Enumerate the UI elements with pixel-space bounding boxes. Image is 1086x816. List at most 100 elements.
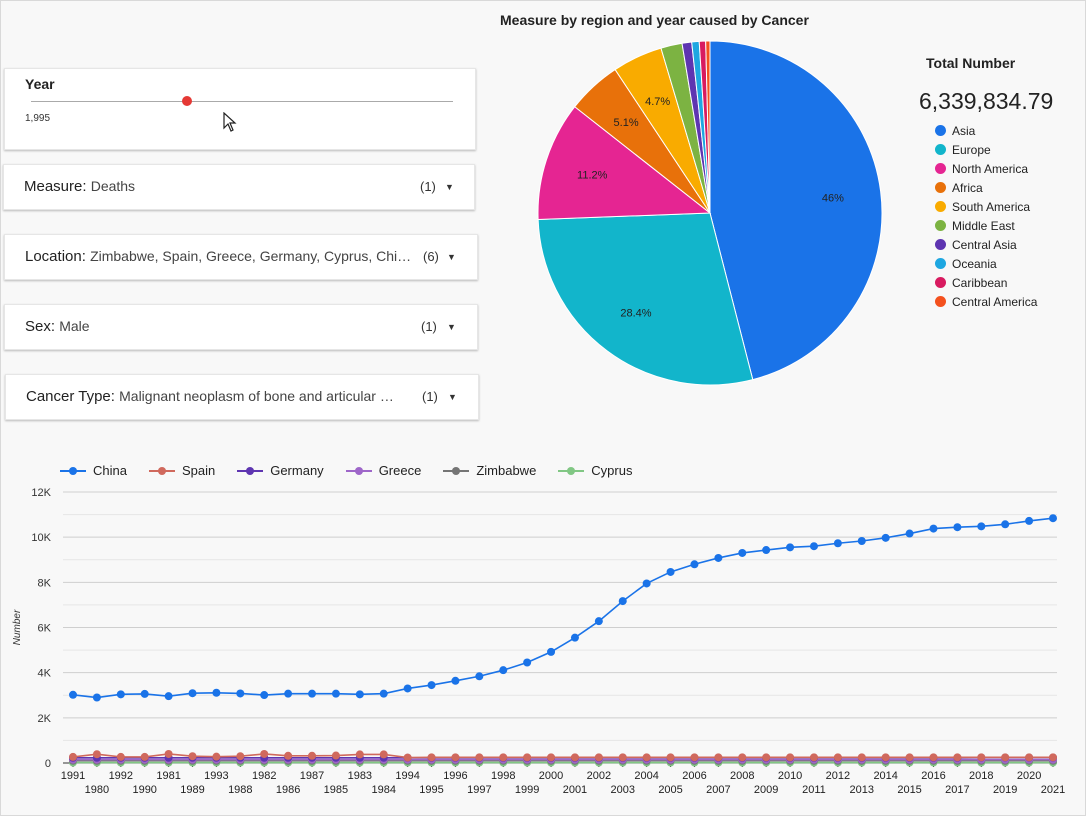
pie-legend-item[interactable]: Central America	[935, 292, 1037, 311]
data-point-spain[interactable]	[92, 750, 101, 759]
data-point-china[interactable]	[164, 692, 173, 701]
data-point-china[interactable]	[809, 542, 818, 551]
data-point-spain[interactable]	[953, 753, 962, 762]
data-point-china[interactable]	[618, 597, 627, 606]
pie-legend-item[interactable]: Caribbean	[935, 273, 1037, 292]
data-point-china[interactable]	[1025, 516, 1034, 525]
data-point-spain[interactable]	[379, 750, 388, 759]
data-point-china[interactable]	[570, 633, 579, 642]
line-legend-item[interactable]: Greece	[345, 463, 421, 478]
pie-legend-item[interactable]: Central Asia	[935, 235, 1037, 254]
data-point-spain[interactable]	[594, 753, 603, 762]
data-point-china[interactable]	[499, 666, 508, 675]
data-point-china[interactable]	[331, 689, 340, 698]
data-point-china[interactable]	[977, 522, 986, 531]
pie-legend-item[interactable]: Middle East	[935, 216, 1037, 235]
data-point-spain[interactable]	[570, 753, 579, 762]
data-point-spain[interactable]	[212, 752, 221, 761]
data-point-spain[interactable]	[140, 752, 149, 761]
data-point-china[interactable]	[140, 689, 149, 698]
series-line-china[interactable]	[72, 517, 1054, 699]
data-point-spain[interactable]	[116, 752, 125, 761]
data-point-spain[interactable]	[690, 753, 699, 762]
data-point-china[interactable]	[905, 529, 914, 538]
measure-filter[interactable]: Measure: Deaths (1) ▼	[3, 164, 475, 210]
data-point-china[interactable]	[236, 689, 245, 698]
chevron-down-icon[interactable]: ▼	[448, 392, 457, 402]
year-slider-track[interactable]	[31, 101, 453, 102]
data-point-china[interactable]	[92, 693, 101, 702]
data-point-spain[interactable]	[929, 753, 938, 762]
chevron-down-icon[interactable]: ▼	[445, 182, 454, 192]
data-point-spain[interactable]	[738, 753, 747, 762]
line-legend-item[interactable]: Germany	[237, 463, 324, 478]
data-point-spain[interactable]	[451, 753, 460, 762]
data-point-spain[interactable]	[260, 749, 269, 758]
data-point-spain[interactable]	[69, 752, 77, 761]
data-point-china[interactable]	[690, 560, 699, 569]
data-point-spain[interactable]	[1025, 753, 1034, 762]
data-point-china[interactable]	[523, 658, 532, 667]
pie-legend-item[interactable]: Oceania	[935, 254, 1037, 273]
line-legend-item[interactable]: China	[60, 463, 127, 478]
data-point-spain[interactable]	[403, 753, 412, 762]
data-point-china[interactable]	[547, 647, 556, 656]
data-point-china[interactable]	[738, 548, 747, 557]
data-point-spain[interactable]	[308, 751, 317, 760]
line-legend-item[interactable]: Zimbabwe	[443, 463, 536, 478]
data-point-china[interactable]	[953, 523, 962, 532]
data-point-china[interactable]	[857, 537, 866, 546]
pie-legend-item[interactable]: North America	[935, 159, 1037, 178]
data-point-spain[interactable]	[427, 753, 436, 762]
data-point-china[interactable]	[284, 689, 293, 698]
data-point-spain[interactable]	[857, 753, 866, 762]
data-point-spain[interactable]	[977, 753, 986, 762]
data-point-spain[interactable]	[809, 753, 818, 762]
data-point-china[interactable]	[188, 689, 197, 698]
data-point-china[interactable]	[1049, 514, 1057, 523]
data-point-spain[interactable]	[833, 753, 842, 762]
data-point-china[interactable]	[260, 691, 269, 700]
data-point-china[interactable]	[642, 579, 651, 588]
data-point-china[interactable]	[212, 688, 221, 697]
data-point-china[interactable]	[116, 690, 125, 699]
data-point-spain[interactable]	[786, 753, 795, 762]
data-point-spain[interactable]	[523, 753, 532, 762]
pie-legend-item[interactable]: Asia	[935, 121, 1037, 140]
data-point-spain[interactable]	[236, 752, 245, 761]
data-point-spain[interactable]	[355, 750, 364, 759]
chevron-down-icon[interactable]: ▼	[447, 322, 456, 332]
pie-legend-item[interactable]: South America	[935, 197, 1037, 216]
data-point-china[interactable]	[451, 676, 460, 685]
data-point-spain[interactable]	[905, 753, 914, 762]
data-point-china[interactable]	[355, 690, 364, 699]
data-point-china[interactable]	[427, 681, 436, 690]
sex-filter[interactable]: Sex: Male (1) ▼	[4, 304, 478, 350]
data-point-china[interactable]	[929, 524, 938, 533]
data-point-spain[interactable]	[618, 753, 627, 762]
data-point-spain[interactable]	[284, 751, 293, 760]
data-point-spain[interactable]	[188, 752, 197, 761]
data-point-spain[interactable]	[499, 753, 508, 762]
cancer-type-filter[interactable]: Cancer Type: Malignant neoplasm of bone …	[5, 374, 479, 420]
data-point-china[interactable]	[379, 689, 388, 698]
data-point-spain[interactable]	[331, 751, 340, 760]
chevron-down-icon[interactable]: ▼	[447, 252, 456, 262]
pie-legend-item[interactable]: Africa	[935, 178, 1037, 197]
data-point-china[interactable]	[1001, 520, 1010, 529]
data-point-china[interactable]	[881, 533, 890, 542]
data-point-spain[interactable]	[666, 753, 675, 762]
data-point-china[interactable]	[308, 689, 317, 698]
data-point-china[interactable]	[666, 567, 675, 576]
data-point-spain[interactable]	[714, 753, 723, 762]
year-slider-thumb[interactable]	[182, 96, 193, 106]
data-point-spain[interactable]	[164, 749, 173, 758]
data-point-china[interactable]	[475, 672, 484, 681]
line-legend-item[interactable]: Spain	[148, 463, 215, 478]
data-point-spain[interactable]	[642, 753, 651, 762]
data-point-spain[interactable]	[547, 753, 556, 762]
pie-legend-item[interactable]: Europe	[935, 140, 1037, 159]
line-legend-item[interactable]: Cyprus	[558, 463, 632, 478]
data-point-spain[interactable]	[1049, 753, 1057, 762]
data-point-china[interactable]	[786, 543, 795, 552]
